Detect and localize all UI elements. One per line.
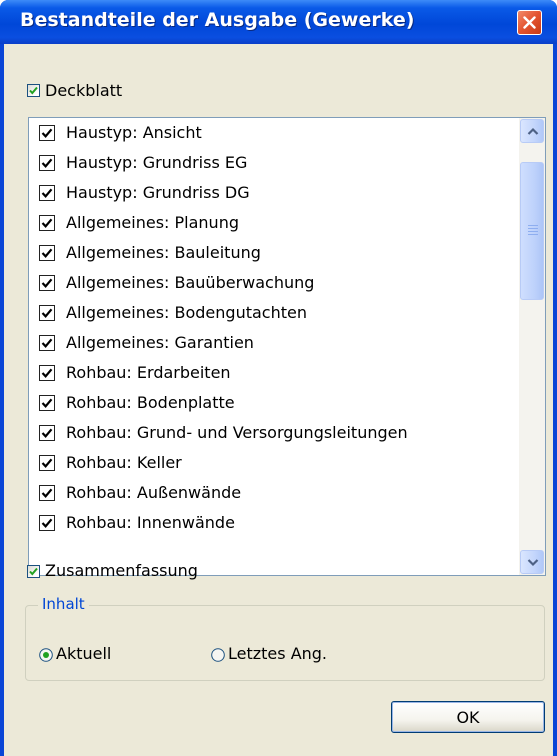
chevron-up-icon (527, 127, 539, 135)
list-item-label: Allgemeines: Bauleitung (66, 243, 261, 262)
check-icon[interactable] (39, 215, 55, 231)
scroll-down-button[interactable] (520, 550, 544, 574)
check-icon[interactable] (39, 455, 55, 471)
inhalt-groupbox (25, 605, 545, 681)
deckblatt-label[interactable]: Deckblatt (45, 81, 122, 100)
list-item-label: Allgemeines: Bodengutachten (66, 303, 307, 322)
check-icon[interactable] (39, 275, 55, 291)
deckblatt-checkbox[interactable] (27, 84, 40, 97)
list-item[interactable]: Allgemeines: Bodengutachten (29, 298, 519, 328)
check-icon[interactable] (39, 515, 55, 531)
list-item-label: Allgemeines: Garantien (66, 333, 254, 352)
vertical-scrollbar[interactable] (519, 118, 545, 575)
list-item[interactable]: Rohbau: Grund- und Versorgungsleitungen (29, 418, 519, 448)
scroll-thumb[interactable] (520, 162, 544, 300)
chevron-down-icon (527, 559, 539, 567)
list-item-label: Rohbau: Außenwände (66, 483, 242, 502)
zusammenfassung-checkbox[interactable] (27, 565, 40, 578)
thumb-grip (528, 234, 538, 235)
list-item[interactable]: Rohbau: Keller (29, 448, 519, 478)
list-item-label: Haustyp: Grundriss DG (66, 183, 250, 202)
window-title: Bestandteile der Ausgabe (Gewerke) (20, 9, 415, 31)
list-item-label: Haustyp: Ansicht (66, 123, 202, 142)
title-bar[interactable]: Bestandteile der Ausgabe (Gewerke) (0, 0, 557, 44)
components-list: Haustyp: Ansicht Haustyp: Grundriss EG H… (29, 118, 519, 575)
list-item-label: Rohbau: Bodenplatte (66, 393, 235, 412)
list-item-label: Rohbau: Keller (66, 453, 182, 472)
list-item-label: Rohbau: Innenwände (66, 513, 235, 532)
list-item-label: Allgemeines: Bauüberwachung (66, 273, 315, 292)
ok-button-label: OK (456, 708, 480, 727)
list-item[interactable]: Rohbau: Innenwände (29, 508, 519, 538)
list-item[interactable]: Allgemeines: Bauüberwachung (29, 268, 519, 298)
inhalt-group-title: Inhalt (38, 595, 89, 613)
zusammenfassung-label[interactable]: Zusammenfassung (45, 561, 198, 580)
check-icon[interactable] (39, 245, 55, 261)
check-icon (29, 567, 38, 576)
list-item[interactable]: Allgemeines: Planung (29, 208, 519, 238)
check-icon[interactable] (39, 335, 55, 351)
list-item-label: Haustyp: Grundriss EG (66, 153, 248, 172)
list-item[interactable]: Allgemeines: Garantien (29, 328, 519, 358)
scroll-up-button[interactable] (520, 119, 544, 143)
check-icon[interactable] (39, 125, 55, 141)
check-icon (29, 86, 38, 95)
check-icon[interactable] (39, 185, 55, 201)
list-item[interactable]: Rohbau: Außenwände (29, 478, 519, 508)
list-item-label: Rohbau: Grund- und Versorgungsleitungen (66, 423, 408, 442)
thumb-grip (528, 231, 538, 232)
radio-letztes-ang-label[interactable]: Letztes Ang. (228, 644, 327, 663)
close-button[interactable] (517, 10, 542, 35)
list-item[interactable]: Rohbau: Erdarbeiten (29, 358, 519, 388)
list-item[interactable]: Rohbau: Bodenplatte (29, 388, 519, 418)
check-icon[interactable] (39, 305, 55, 321)
ok-button[interactable]: OK (391, 701, 545, 733)
thumb-grip (528, 228, 538, 229)
check-icon[interactable] (39, 395, 55, 411)
check-icon[interactable] (39, 485, 55, 501)
list-item-label: Rohbau: Erdarbeiten (66, 363, 231, 382)
radio-aktuell-label[interactable]: Aktuell (56, 644, 111, 663)
components-listbox[interactable]: Haustyp: Ansicht Haustyp: Grundriss EG H… (28, 117, 546, 576)
radio-aktuell[interactable] (39, 648, 53, 662)
check-icon[interactable] (39, 155, 55, 171)
list-item[interactable]: Allgemeines: Bauleitung (29, 238, 519, 268)
radio-letztes-ang[interactable] (211, 648, 225, 662)
dialog-client-area: Deckblatt Haustyp: Ansicht Haustyp: Grun… (4, 44, 553, 756)
list-item[interactable]: Haustyp: Ansicht (29, 118, 519, 148)
dialog-window: Bestandteile der Ausgabe (Gewerke) Deckb… (0, 0, 557, 756)
check-icon[interactable] (39, 365, 55, 381)
list-item-label: Allgemeines: Planung (66, 213, 239, 232)
list-item[interactable]: Haustyp: Grundriss EG (29, 148, 519, 178)
list-item[interactable]: Haustyp: Grundriss DG (29, 178, 519, 208)
close-icon (523, 16, 536, 29)
check-icon[interactable] (39, 425, 55, 441)
thumb-grip (528, 225, 538, 226)
